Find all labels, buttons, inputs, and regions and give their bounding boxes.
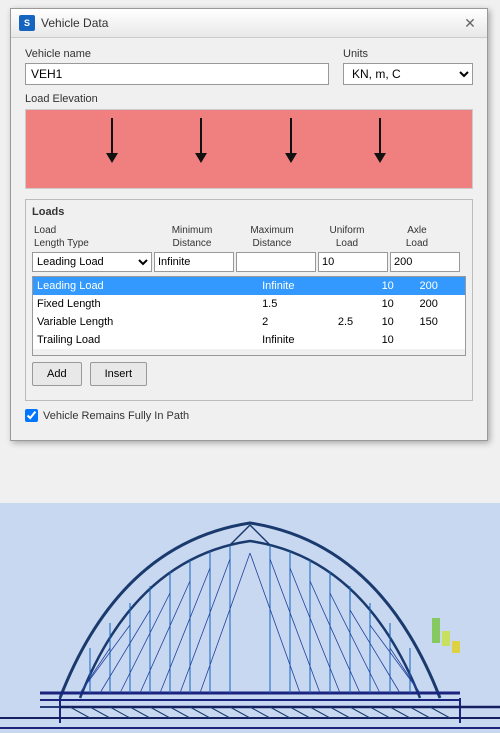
- vehicle-name-input[interactable]: [25, 63, 329, 85]
- cell-uniform: 10: [378, 295, 416, 313]
- cell-min: 1.5: [258, 295, 334, 313]
- table-row[interactable]: Fixed Length 1.5 10 200: [33, 295, 465, 313]
- cell-type: Leading Load: [33, 277, 258, 295]
- edit-row: Leading Load Fixed Length Variable Lengt…: [32, 252, 466, 272]
- loads-title: Loads: [32, 206, 466, 218]
- arrow-3: [285, 118, 297, 163]
- cell-axle: 200: [416, 277, 465, 295]
- arrow-head-4: [374, 153, 386, 163]
- load-type-select[interactable]: Leading Load Fixed Length Variable Lengt…: [32, 252, 152, 272]
- header-max-dist: MaximumDistance: [232, 224, 312, 250]
- cell-axle: 200: [416, 295, 465, 313]
- arrow-head-1: [106, 153, 118, 163]
- arrow-shaft-2: [200, 118, 202, 153]
- arrow-1: [106, 118, 118, 163]
- table-headers: LoadLength Type MinimumDistance MaximumD…: [32, 224, 466, 250]
- cell-max: [334, 295, 378, 313]
- load-elevation-box: [25, 109, 473, 189]
- units-label: Units: [343, 48, 473, 60]
- table-body: Leading Load Infinite 10 200 Fixed Lengt…: [33, 277, 465, 349]
- cell-min: Infinite: [258, 277, 334, 295]
- uniform-load-input[interactable]: [318, 252, 388, 272]
- top-fields-row: Vehicle name Units KN, m, C KN, mm, C N,…: [25, 48, 473, 85]
- cell-axle: [416, 331, 465, 349]
- cell-uniform: 10: [378, 331, 416, 349]
- bridge-image-container: [0, 503, 500, 733]
- header-load-length-type: LoadLength Type: [32, 224, 152, 250]
- header-axle-load: AxleLoad: [382, 224, 452, 250]
- arrow-shaft-4: [379, 118, 381, 153]
- app-icon: S: [19, 15, 35, 31]
- axle-load-input[interactable]: [390, 252, 460, 272]
- cell-max: 2.5: [334, 313, 378, 331]
- table-row[interactable]: Leading Load Infinite 10 200: [33, 277, 465, 295]
- cell-max: [334, 277, 378, 295]
- arrow-shaft-3: [290, 118, 292, 153]
- units-select[interactable]: KN, m, C KN, mm, C N, m, C: [343, 63, 473, 85]
- max-dist-input[interactable]: [236, 252, 316, 272]
- title-bar-left: S Vehicle Data: [19, 15, 108, 31]
- button-row: Add Insert: [32, 362, 466, 386]
- header-min-dist: MinimumDistance: [152, 224, 232, 250]
- window-body: Vehicle name Units KN, m, C KN, mm, C N,…: [11, 38, 487, 440]
- vehicle-checkbox-label: Vehicle Remains Fully In Path: [43, 410, 189, 422]
- cell-max: [334, 331, 378, 349]
- table-row[interactable]: Variable Length 2 2.5 10 150: [33, 313, 465, 331]
- insert-button[interactable]: Insert: [90, 362, 148, 386]
- loads-section: Loads LoadLength Type MinimumDistance Ma…: [25, 199, 473, 401]
- cell-min: Infinite: [258, 331, 334, 349]
- title-bar: S Vehicle Data ✕: [11, 9, 487, 38]
- vehicle-name-label: Vehicle name: [25, 48, 329, 60]
- arrow-head-2: [195, 153, 207, 163]
- table-row[interactable]: Trailing Load Infinite 10: [33, 331, 465, 349]
- cell-min: 2: [258, 313, 334, 331]
- header-uniform-load: UniformLoad: [312, 224, 382, 250]
- window-title: Vehicle Data: [41, 16, 108, 30]
- cell-uniform: 10: [378, 277, 416, 295]
- min-dist-input[interactable]: [154, 252, 234, 272]
- arrow-2: [195, 118, 207, 163]
- cell-type: Fixed Length: [33, 295, 258, 313]
- loads-table: Leading Load Infinite 10 200 Fixed Lengt…: [33, 277, 465, 349]
- checkbox-row: Vehicle Remains Fully In Path: [25, 409, 473, 422]
- arrow-4: [374, 118, 386, 163]
- vehicle-checkbox[interactable]: [25, 409, 38, 422]
- cell-type: Variable Length: [33, 313, 258, 331]
- vehicle-name-group: Vehicle name: [25, 48, 329, 85]
- cell-axle: 150: [416, 313, 465, 331]
- arrow-shaft-1: [111, 118, 113, 153]
- add-button[interactable]: Add: [32, 362, 82, 386]
- vehicle-data-window: S Vehicle Data ✕ Vehicle name Units KN, …: [10, 8, 488, 441]
- bridge-svg: [0, 503, 500, 733]
- units-group: Units KN, m, C KN, mm, C N, m, C: [343, 48, 473, 85]
- cell-uniform: 10: [378, 313, 416, 331]
- cell-type: Trailing Load: [33, 331, 258, 349]
- close-button[interactable]: ✕: [461, 14, 479, 32]
- arrow-head-3: [285, 153, 297, 163]
- load-elevation-label: Load Elevation: [25, 93, 473, 105]
- data-table-wrapper: Leading Load Infinite 10 200 Fixed Lengt…: [32, 276, 466, 356]
